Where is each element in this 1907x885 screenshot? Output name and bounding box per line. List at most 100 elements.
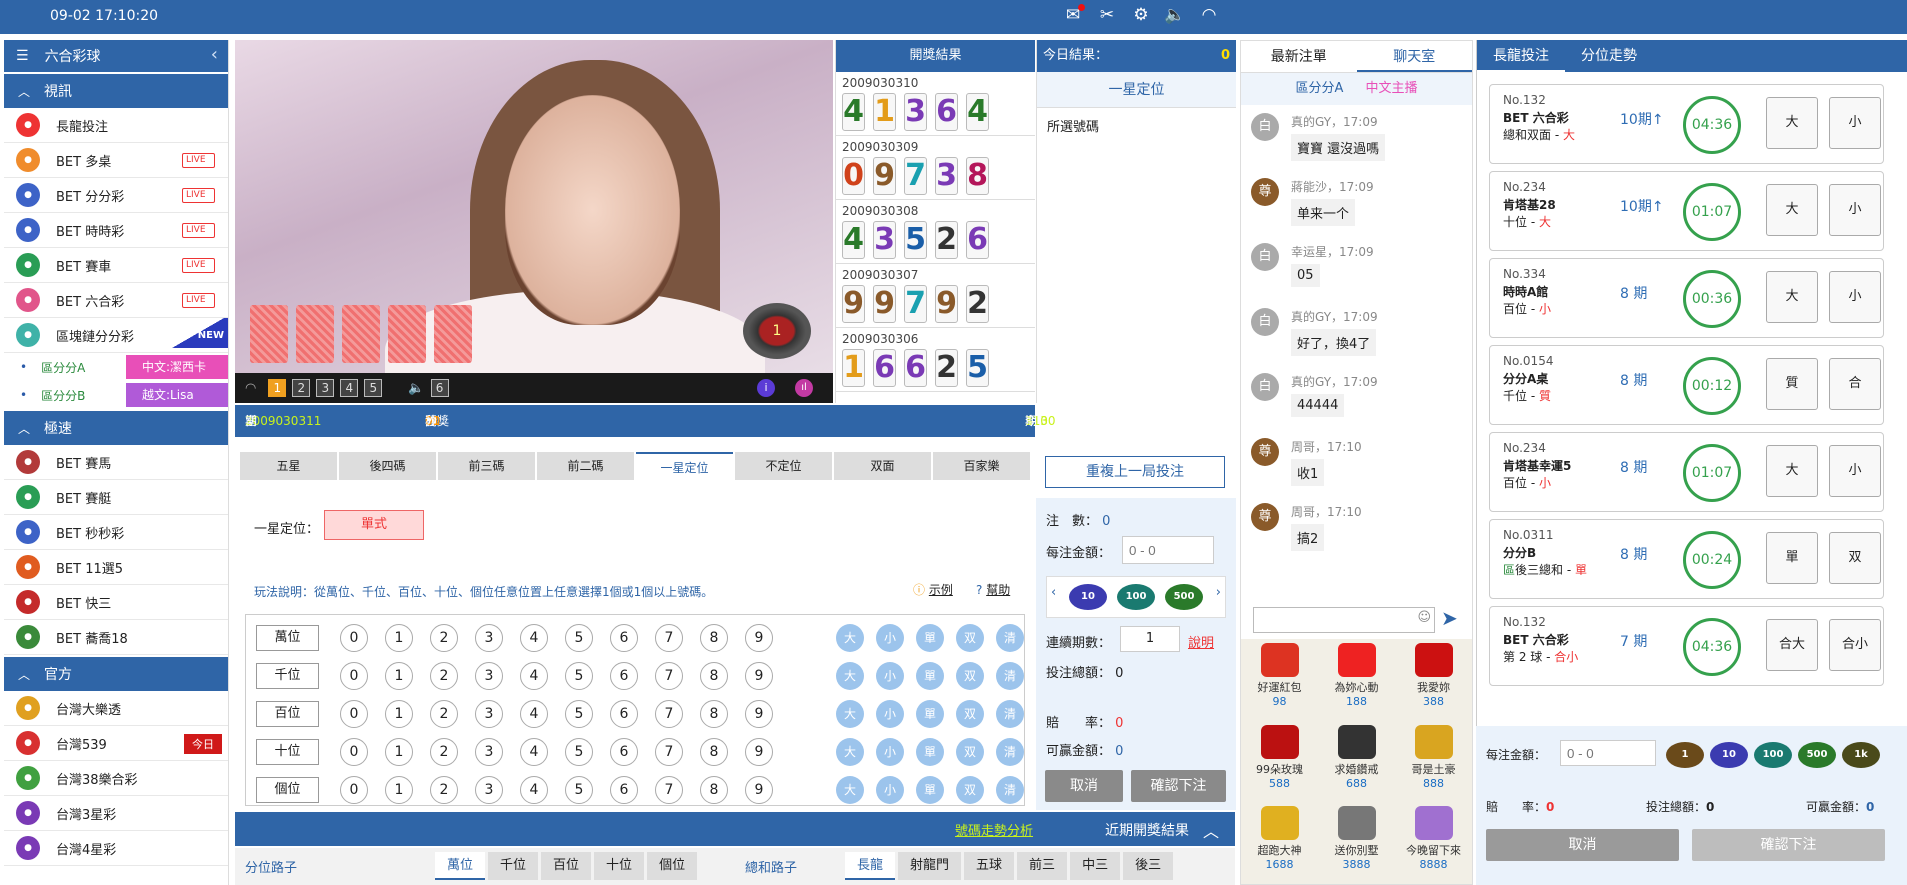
tab-play-type[interactable]: 一星定位 — [636, 452, 733, 480]
quick-select-button[interactable]: 單 — [916, 776, 944, 804]
section-header[interactable]: ︿ 視訊 — [4, 74, 228, 108]
number-ball[interactable]: 6 — [610, 776, 638, 804]
sidebar-item[interactable]: ● BET 11選5 — [4, 550, 228, 585]
number-ball[interactable]: 0 — [340, 700, 368, 728]
sidebar-item[interactable]: ● BET 六合彩 LIVE — [4, 283, 228, 318]
table-number[interactable]: 6 — [430, 379, 449, 397]
sidebar-subitem[interactable]: • 區分分A 中文:潔西卡 — [4, 353, 228, 381]
sum-road-tab[interactable]: 前三 — [1017, 852, 1068, 880]
number-ball[interactable]: 7 — [655, 700, 683, 728]
chevron-left-icon[interactable]: ‹ — [1051, 585, 1056, 600]
quick-select-button[interactable]: 小 — [876, 624, 904, 652]
number-ball[interactable]: 8 — [700, 624, 728, 652]
sidebar-item[interactable]: ● BET 快三 — [4, 585, 228, 620]
chat-input[interactable]: ☺ — [1253, 607, 1435, 633]
section-header[interactable]: ︿ 官方 — [4, 657, 228, 691]
sidebar-item[interactable]: ● 台灣4星彩 — [4, 831, 228, 866]
position-road-tab[interactable]: 千位 — [488, 852, 539, 880]
card-bet-button[interactable]: 小 — [1829, 271, 1881, 323]
number-ball[interactable]: 5 — [565, 700, 593, 728]
chip-500[interactable]: 500 — [1165, 584, 1203, 610]
number-ball[interactable]: 2 — [430, 776, 458, 804]
quick-select-button[interactable]: 大 — [836, 776, 864, 804]
quick-select-button[interactable]: 双 — [956, 700, 984, 728]
gift-item[interactable]: 送你別墅 3888 — [1318, 802, 1395, 884]
quick-select-button[interactable]: 小 — [876, 776, 904, 804]
number-ball[interactable]: 8 — [700, 776, 728, 804]
card-bet-button[interactable]: 單 — [1766, 532, 1818, 584]
help-link[interactable]: 幫助 — [986, 583, 1010, 597]
gift-item[interactable]: 超跑大神 1688 — [1241, 802, 1318, 884]
quick-select-button[interactable]: 清 — [996, 776, 1024, 804]
number-ball[interactable]: 2 — [430, 662, 458, 690]
number-ball[interactable]: 8 — [700, 738, 728, 766]
quick-select-button[interactable]: 大 — [836, 662, 864, 690]
number-ball[interactable]: 5 — [565, 776, 593, 804]
card-bet-button[interactable]: 大 — [1766, 184, 1818, 236]
number-ball[interactable]: 2 — [430, 624, 458, 652]
card-bet-button[interactable]: 大 — [1766, 445, 1818, 497]
quick-select-button[interactable]: 大 — [836, 700, 864, 728]
periods-stepper[interactable]: 1 — [1120, 626, 1180, 652]
tab-play-type[interactable]: 不定位 — [735, 452, 832, 480]
number-ball[interactable]: 6 — [610, 624, 638, 652]
number-ball[interactable]: 9 — [745, 624, 773, 652]
amount-input[interactable] — [1122, 536, 1214, 564]
table-number[interactable]: 3 — [316, 379, 335, 397]
sum-road-tab[interactable]: 中三 — [1070, 852, 1121, 880]
number-ball[interactable]: 9 — [745, 776, 773, 804]
quick-select-button[interactable]: 双 — [956, 776, 984, 804]
number-ball[interactable]: 7 — [655, 624, 683, 652]
table-number[interactable]: 2 — [292, 379, 311, 397]
chip-10[interactable]: 10 — [1069, 584, 1107, 610]
number-ball[interactable]: 3 — [475, 738, 503, 766]
number-ball[interactable]: 4 — [520, 624, 548, 652]
confirm-bet-button[interactable]: 確認下注 — [1131, 770, 1226, 802]
sum-road-tab[interactable]: 射龍門 — [898, 852, 962, 880]
chevron-up-icon[interactable]: ︿ — [1203, 818, 1219, 842]
menu-icon[interactable]: ☰ — [16, 48, 29, 64]
tab-play-type[interactable]: 後四碼 — [339, 452, 436, 480]
card-bet-button[interactable]: 双 — [1829, 532, 1881, 584]
gear-icon[interactable]: ⚙ — [1130, 5, 1152, 25]
volume-icon[interactable]: 🔈 — [408, 381, 424, 396]
number-ball[interactable]: 6 — [610, 738, 638, 766]
number-ball[interactable]: 8 — [700, 662, 728, 690]
sidebar-item[interactable]: ● 台灣38樂合彩 — [4, 761, 228, 796]
number-ball[interactable]: 7 — [655, 738, 683, 766]
number-ball[interactable]: 0 — [340, 624, 368, 652]
tools-icon[interactable]: ✂ — [1096, 5, 1118, 25]
number-ball[interactable]: 4 — [520, 662, 548, 690]
position-road-tab[interactable]: 個位 — [647, 852, 698, 880]
number-ball[interactable]: 7 — [655, 662, 683, 690]
number-ball[interactable]: 1 — [385, 738, 413, 766]
sidebar-item[interactable]: ● BET 賽馬 — [4, 445, 228, 480]
table-number[interactable]: 1 — [268, 379, 287, 397]
chip-100[interactable]: 100 — [1117, 584, 1155, 610]
quick-select-button[interactable]: 大 — [836, 624, 864, 652]
number-ball[interactable]: 3 — [475, 624, 503, 652]
sidebar-item[interactable]: ● BET 分分彩 LIVE — [4, 178, 228, 213]
sidebar-item[interactable]: ● BET 多桌 LIVE — [4, 143, 228, 178]
quick-select-button[interactable]: 單 — [916, 662, 944, 690]
quick-select-button[interactable]: 清 — [996, 624, 1024, 652]
chip-1[interactable]: 1 — [1666, 742, 1704, 768]
gift-item[interactable]: 求婚鑽戒 688 — [1318, 721, 1395, 803]
card-bet-button[interactable]: 合大 — [1766, 619, 1818, 671]
gift-item[interactable]: 99朵玫瑰 588 — [1241, 721, 1318, 803]
mode-button[interactable]: 單式 — [324, 510, 424, 540]
sidebar-item[interactable]: ● BET 賽艇 — [4, 480, 228, 515]
number-ball[interactable]: 5 — [565, 738, 593, 766]
speaker-icon[interactable]: 🔈 — [1164, 5, 1186, 25]
collapse-icon[interactable]: ‹ — [211, 44, 218, 65]
chip-1k[interactable]: 1k — [1842, 742, 1880, 768]
trend-analysis-link[interactable]: 號碼走勢分析 — [955, 820, 1033, 839]
table-number[interactable]: 4 — [340, 379, 359, 397]
chevron-right-icon[interactable]: › — [1216, 585, 1221, 600]
table-number[interactable]: 5 — [364, 379, 383, 397]
quick-select-button[interactable]: 單 — [916, 624, 944, 652]
quick-select-button[interactable]: 單 — [916, 700, 944, 728]
number-ball[interactable]: 4 — [520, 776, 548, 804]
card-bet-button[interactable]: 合 — [1829, 358, 1881, 410]
sidebar-item[interactable]: ● BET 秒秒彩 — [4, 515, 228, 550]
